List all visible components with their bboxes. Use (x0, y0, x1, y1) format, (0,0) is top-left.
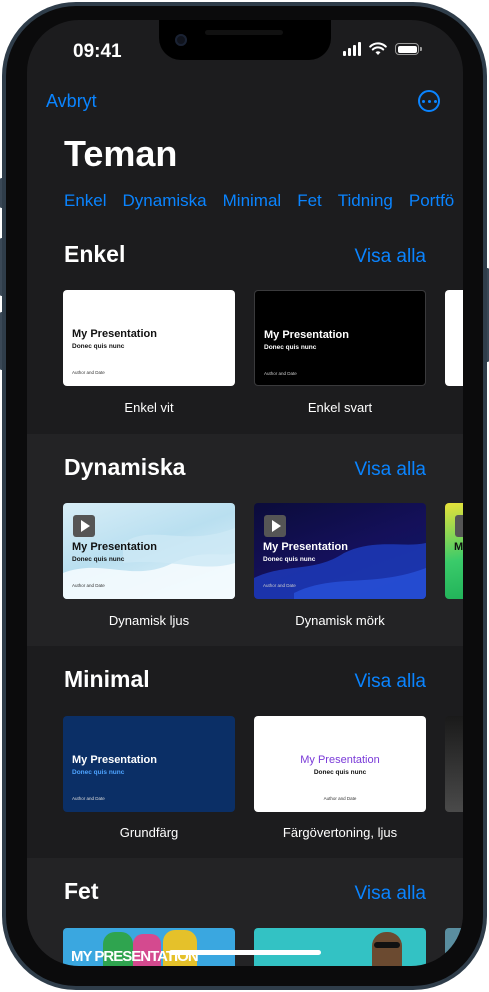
see-all-button[interactable]: Visa alla (355, 671, 426, 693)
theme-name: Färgövertoning, ljus (282, 825, 398, 840)
screen: Enkel Visa alla My Presentation Donec qu… (27, 20, 463, 966)
status-icons (343, 42, 422, 56)
see-all-button[interactable]: Visa alla (355, 459, 426, 481)
slide-title: My Presentation (263, 541, 348, 553)
battery-icon (395, 43, 422, 55)
front-camera (175, 34, 187, 46)
section-title: Fet (64, 878, 99, 904)
theme-name: Enkel svart (307, 400, 373, 415)
slide-subtitle: Donec quis nunc (72, 769, 125, 776)
sunglasses-graphic (374, 942, 400, 948)
play-icon (455, 515, 463, 537)
theme-thumbnail[interactable]: My Presentation Donec quis nunc Author a… (254, 503, 426, 599)
filter-dynamiska[interactable]: Dynamiska (123, 191, 207, 211)
play-icon (73, 515, 95, 537)
theme-thumbnail[interactable]: My Presentation Donec quis nunc Author a… (254, 290, 426, 386)
slide-title: My Presentation (300, 754, 380, 766)
slide-author: Author and Date (264, 371, 297, 376)
ellipsis-circle-icon[interactable] (418, 90, 440, 112)
theme-thumbnail[interactable]: My Presentation Donec quis nunc Author a… (63, 716, 235, 812)
wifi-icon (369, 42, 387, 55)
play-icon (264, 515, 286, 537)
slide-author: Author and Date (323, 796, 357, 801)
cancel-button[interactable]: Avbryt (46, 91, 97, 112)
theme-thumbnail-partial[interactable] (445, 928, 463, 966)
filter-minimal[interactable]: Minimal (223, 191, 282, 211)
filter-tidning[interactable]: Tidning (338, 191, 393, 211)
theme-name: Dynamisk ljus (108, 613, 190, 628)
slide-subtitle: Donec quis nunc (313, 769, 367, 776)
theme-thumbnail-partial[interactable] (445, 716, 463, 812)
theme-thumbnail-partial[interactable]: M (445, 503, 463, 599)
slide-title: My Presentation (72, 754, 157, 766)
category-filter-bar: Enkel Dynamiska Minimal Fet Tidning Port… (64, 191, 454, 211)
home-indicator[interactable] (169, 950, 321, 955)
filter-portfolj[interactable]: Portfö (409, 191, 454, 211)
slide-title: My Presentation (264, 329, 349, 341)
theme-thumbnail[interactable]: MY PRESENTATION (63, 928, 235, 966)
theme-thumbnail[interactable]: My Presentation Donec quis nunc Author a… (63, 503, 235, 599)
slide-author: Author and Date (72, 796, 105, 801)
section-title: Minimal (64, 666, 150, 692)
slide-author: Author and Date (263, 583, 296, 588)
theme-name: Dynamisk mörk (295, 613, 385, 628)
cellular-signal-icon (343, 42, 361, 56)
theme-name: Grundfärg (119, 825, 179, 840)
slide-author: Author and Date (72, 370, 105, 375)
slide-author: Author and Date (72, 583, 105, 588)
section-minimal: Minimal Visa alla My Presentation Donec … (27, 646, 463, 858)
see-all-button[interactable]: Visa alla (355, 883, 426, 905)
slide-subtitle: Donec quis nunc (264, 344, 317, 351)
figure-graphic (372, 932, 402, 966)
slide-subtitle: Donec quis nunc (72, 343, 125, 350)
theme-thumbnail[interactable] (254, 928, 426, 966)
section-title: Dynamiska (64, 454, 186, 480)
theme-thumbnail[interactable]: My Presentation Donec quis nunc Author a… (63, 290, 235, 386)
filter-fet[interactable]: Fet (297, 191, 322, 211)
slide-subtitle: Donec quis nunc (263, 556, 316, 563)
section-title: Enkel (64, 241, 126, 267)
speaker-grille (205, 30, 283, 35)
slide-title: My Presentation (72, 328, 157, 340)
section-enkel: Enkel Visa alla My Presentation Donec qu… (27, 231, 463, 434)
filter-enkel[interactable]: Enkel (64, 191, 107, 211)
theme-name: Enkel vit (124, 400, 174, 415)
theme-thumbnail-partial[interactable] (445, 290, 463, 386)
slide-title-partial: M (454, 541, 463, 553)
theme-thumbnail[interactable]: My Presentation Donec quis nunc Author a… (254, 716, 426, 812)
slide-subtitle: Donec quis nunc (72, 556, 125, 563)
status-time: 09:41 (73, 41, 122, 62)
slide-title: My Presentation (72, 541, 157, 553)
page-title: Teman (64, 133, 178, 174)
section-dynamiska: Dynamiska Visa alla My Presentation Done… (27, 434, 463, 646)
see-all-button[interactable]: Visa alla (355, 246, 426, 268)
